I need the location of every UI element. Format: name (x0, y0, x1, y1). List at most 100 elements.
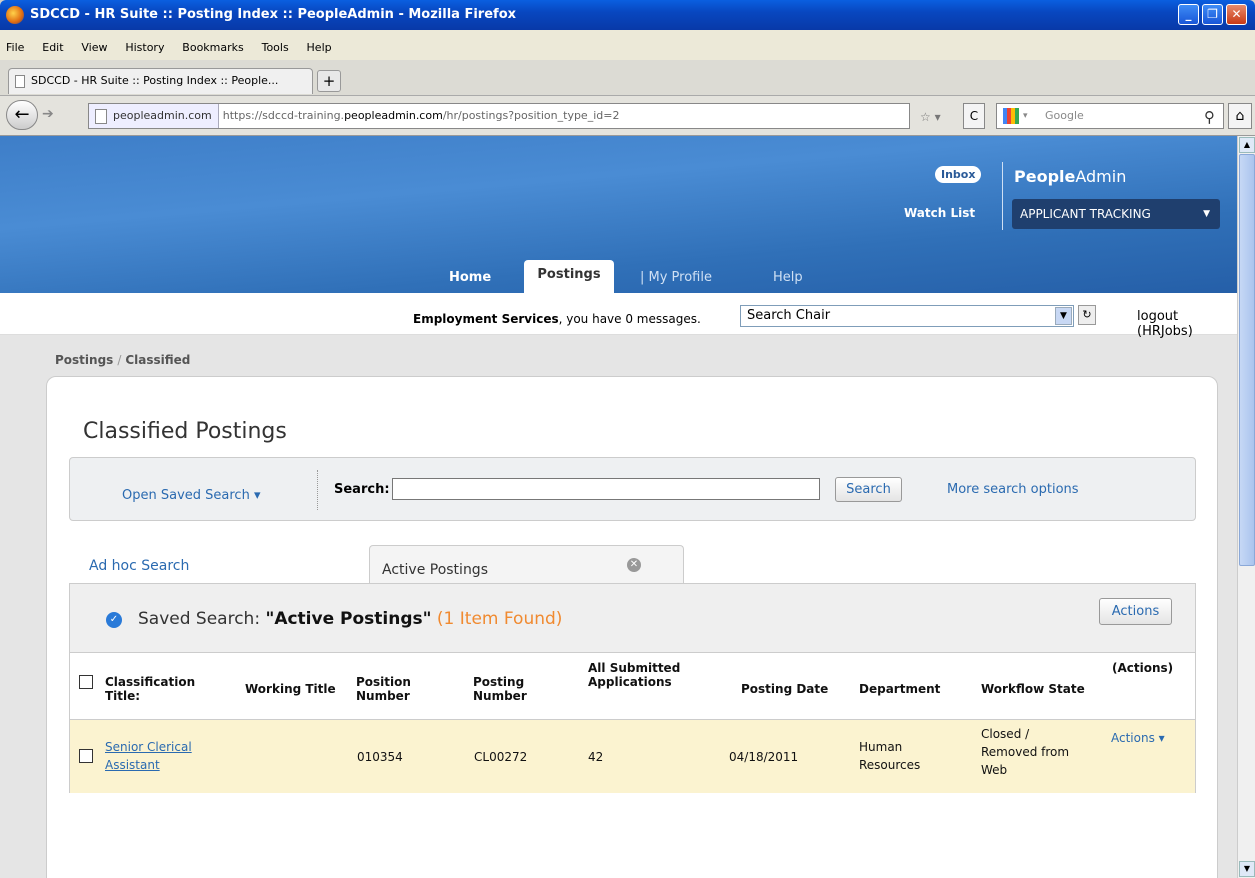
close-tab-icon[interactable]: ✕ (627, 558, 641, 572)
actions-button[interactable]: Actions (1099, 598, 1172, 625)
menu-view[interactable]: View (81, 41, 107, 54)
posting-number-cell: CL00272 (474, 750, 528, 764)
search-input[interactable] (392, 478, 820, 500)
scroll-down-icon[interactable]: ▼ (1239, 861, 1255, 877)
url-prefix: https://sdccd-training. (222, 109, 345, 122)
classification-title-link[interactable]: Senior Clerical Assistant (105, 738, 215, 774)
search-panel: Open Saved Search ▾ Search: Search More … (69, 457, 1196, 521)
row-checkbox[interactable] (79, 749, 93, 763)
check-circle-icon: ✓ (106, 612, 122, 628)
col-working-title[interactable]: Working Title (245, 682, 336, 696)
magnifier-icon[interactable]: ⚲ (1204, 105, 1215, 129)
maximize-icon[interactable]: ❐ (1202, 4, 1223, 25)
main-nav: Home Postings | My Profile Help (0, 258, 1237, 293)
posting-date-cell: 04/18/2011 (729, 750, 799, 764)
refresh-icon[interactable]: ↻ (1078, 305, 1096, 325)
scroll-thumb[interactable] (1239, 154, 1255, 566)
scroll-up-icon[interactable]: ▲ (1239, 137, 1255, 153)
tab-active-postings[interactable]: Active Postings ✕ (369, 545, 684, 585)
tab-adhoc-search[interactable]: Ad hoc Search (89, 558, 189, 574)
saved-search-name: "Active Postings" (265, 609, 432, 629)
col-department[interactable]: Department (859, 682, 940, 696)
site-identity[interactable]: peopleadmin.com (89, 104, 219, 128)
breadcrumb-separator: / (117, 353, 122, 367)
web-page: Inbox Watch List PeopleAdmin APPLICANT T… (0, 136, 1237, 878)
search-panel-divider (317, 470, 318, 510)
menu-tools[interactable]: Tools (262, 41, 289, 54)
menu-bar: File Edit View History Bookmarks Tools H… (0, 30, 1255, 60)
page-title: Classified Postings (83, 419, 287, 444)
search-engine-box[interactable]: ▾ Google ⚲ (996, 103, 1224, 129)
open-saved-search-link[interactable]: Open Saved Search ▾ (122, 488, 260, 503)
site-header: Inbox Watch List PeopleAdmin APPLICANT T… (0, 136, 1237, 293)
applications-cell: 42 (588, 750, 604, 764)
inbox-badge[interactable]: Inbox (935, 166, 982, 183)
tab-active-postings-label: Active Postings (382, 562, 488, 578)
search-chair-select[interactable]: Search Chair ▼ (740, 305, 1074, 327)
col-position-number[interactable]: Position Number (356, 675, 426, 703)
minimize-icon[interactable]: _ (1178, 4, 1199, 25)
nav-postings[interactable]: Postings (524, 260, 614, 293)
back-button[interactable]: ← (6, 100, 38, 130)
col-applications[interactable]: All Submitted Applications (588, 661, 688, 689)
module-switcher[interactable]: APPLICANT TRACKING ▼ (1012, 199, 1220, 229)
message-text: Employment Services, you have 0 messages… (413, 312, 701, 326)
content-card: Classified Postings Open Saved Search ▾ … (46, 376, 1218, 878)
select-all-checkbox[interactable] (79, 675, 93, 689)
search-chair-value: Search Chair (747, 308, 831, 323)
menu-help[interactable]: Help (307, 41, 332, 54)
forward-button[interactable]: ➔ (42, 106, 54, 122)
col-actions: (Actions) (1112, 661, 1174, 675)
home-icon[interactable]: ⌂ (1228, 103, 1252, 129)
search-button[interactable]: Search (835, 477, 902, 502)
col-posting-number[interactable]: Posting Number (473, 675, 543, 703)
search-engine-placeholder: Google (1045, 109, 1084, 122)
window-title: SDCCD - HR Suite :: Posting Index :: Peo… (30, 7, 517, 22)
table-header: Classification Title: Working Title Posi… (70, 652, 1195, 719)
row-actions-menu[interactable]: Actions ▾ (1111, 729, 1165, 747)
workflow-state-cell: Closed / Removed from Web (981, 727, 1070, 777)
window-titlebar: SDCCD - HR Suite :: Posting Index :: Peo… (0, 0, 1255, 30)
message-count: , you have 0 messages. (558, 312, 701, 326)
table-row: Senior Clerical Assistant 010354 CL00272… (70, 719, 1195, 793)
close-icon[interactable]: ✕ (1226, 4, 1247, 25)
browser-tab-bar: SDCCD - HR Suite :: Posting Index :: Peo… (0, 60, 1255, 96)
col-posting-date[interactable]: Posting Date (741, 682, 828, 696)
nav-help[interactable]: Help (773, 270, 803, 285)
breadcrumb: Postings / Classified (55, 353, 190, 367)
google-icon (1003, 108, 1019, 124)
caret-down-icon: ▼ (1203, 209, 1210, 219)
col-workflow-state[interactable]: Workflow State (981, 682, 1085, 696)
url-domain: peopleadmin.com (344, 109, 443, 122)
reload-icon[interactable]: C (963, 103, 985, 129)
col-classification-title[interactable]: Classification Title: (105, 675, 215, 703)
menu-bookmarks[interactable]: Bookmarks (182, 41, 243, 54)
navigation-toolbar: ← ➔ peopleadmin.com https://sdccd-trainin… (0, 96, 1255, 136)
nav-my-profile[interactable]: | My Profile (640, 270, 712, 285)
user-name: Employment Services (413, 312, 559, 326)
brand-rest: Admin (1075, 167, 1127, 186)
menu-edit[interactable]: Edit (42, 41, 63, 54)
menu-history[interactable]: History (125, 41, 164, 54)
logout-link[interactable]: logout (HRJobs) (1137, 309, 1237, 339)
scrollbar[interactable]: ▲ ▼ (1237, 136, 1255, 878)
saved-search-prefix: Saved Search: (138, 609, 266, 629)
bookmark-star-icon[interactable]: ☆ ▾ (920, 110, 941, 124)
watch-list-link[interactable]: Watch List (904, 206, 975, 220)
menu-file[interactable]: File (6, 41, 24, 54)
search-label: Search: (334, 482, 390, 497)
browser-tab[interactable]: SDCCD - HR Suite :: Posting Index :: Peo… (8, 68, 313, 94)
firefox-icon (6, 6, 24, 24)
dropdown-arrow-icon[interactable]: ▼ (1055, 307, 1072, 325)
browser-tab-title: SDCCD - HR Suite :: Posting Index :: Peo… (31, 74, 279, 87)
more-search-options-link[interactable]: More search options (947, 482, 1079, 497)
brand-logo: PeopleAdmin (1014, 167, 1126, 186)
breadcrumb-postings[interactable]: Postings (55, 353, 113, 367)
message-bar: Employment Services, you have 0 messages… (0, 293, 1237, 339)
saved-search-summary: Saved Search: "Active Postings" (1 Item … (138, 609, 562, 629)
nav-home[interactable]: Home (449, 270, 491, 285)
url-suffix: /hr/postings?position_type_id=2 (442, 109, 620, 122)
results-panel: ✓ Saved Search: "Active Postings" (1 Ite… (69, 583, 1196, 793)
address-bar[interactable]: peopleadmin.com https://sdccd-training.pe… (88, 103, 910, 129)
new-tab-button[interactable]: + (317, 70, 341, 92)
